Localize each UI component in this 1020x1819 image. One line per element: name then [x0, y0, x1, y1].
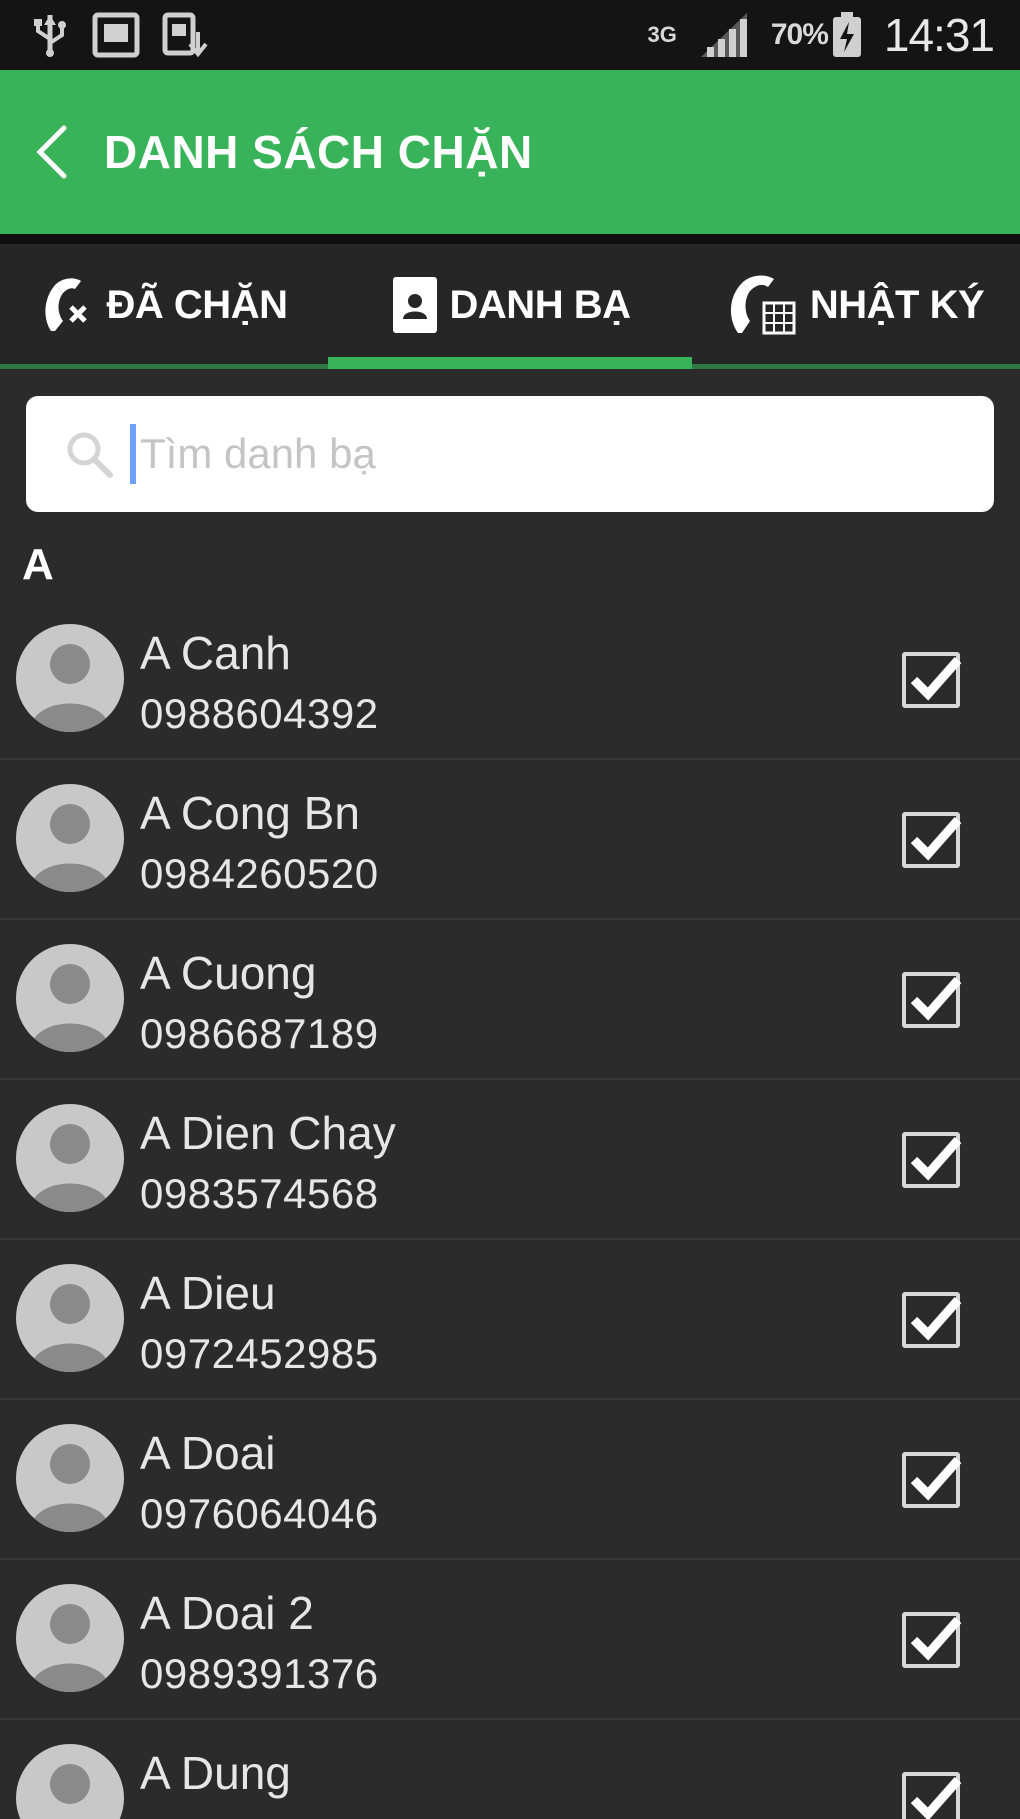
- tab-bar: ĐÃ CHẶN DANH BẠ NHẬT KÝ: [0, 244, 1020, 366]
- avatar-placeholder-icon: [16, 624, 124, 732]
- checkmark-icon: [910, 1617, 962, 1661]
- contact-name: A Dien Chay: [140, 1107, 396, 1159]
- battery-charging-icon: [832, 12, 862, 58]
- checkmark-icon: [910, 657, 962, 701]
- tab-blocked-label: ĐÃ CHẶN: [106, 282, 288, 327]
- tab-contacts-label: DANH BẠ: [449, 282, 631, 327]
- contact-name: A Dieu: [140, 1267, 276, 1319]
- block-checkbox[interactable]: [902, 1452, 962, 1508]
- contact-name: A Cuong: [140, 947, 317, 999]
- blocked-call-icon: [44, 278, 87, 331]
- avatar-placeholder-icon: [16, 1104, 124, 1212]
- block-checkbox[interactable]: [902, 1612, 962, 1668]
- contact-name: A Dung: [140, 1747, 291, 1799]
- status-notification-icons: [30, 12, 208, 58]
- battery-percent: 70%: [770, 18, 829, 51]
- tab-call-log-label: NHẬT KÝ: [809, 282, 985, 327]
- contact-name: A Doai 2: [140, 1587, 314, 1639]
- status-system-icons: 3G 70% 14:31: [647, 8, 995, 62]
- section-letter: A: [22, 540, 54, 589]
- contact-row[interactable]: A Cuong 0986687189: [0, 920, 1020, 1080]
- contact-phone: 0976064046: [140, 1490, 379, 1537]
- app-bar-divider: [0, 234, 1020, 244]
- tab-contacts[interactable]: DANH BẠ: [328, 244, 692, 366]
- checkmark-icon: [910, 1297, 962, 1341]
- status-bar: 3G 70% 14:31: [0, 0, 1020, 70]
- search-input[interactable]: [140, 430, 900, 478]
- search-icon: [67, 432, 113, 478]
- block-checkbox[interactable]: [902, 1292, 962, 1348]
- avatar-placeholder-icon: [16, 784, 124, 892]
- checkmark-icon: [910, 977, 962, 1021]
- search-bar[interactable]: [26, 396, 994, 512]
- contact-row[interactable]: A Cong Bn 0984260520: [0, 760, 1020, 920]
- contact-row[interactable]: A Doai 0976064046: [0, 1400, 1020, 1560]
- text-cursor: [130, 424, 136, 484]
- network-type: 3G: [647, 22, 677, 47]
- contact-name: A Cong Bn: [140, 787, 360, 839]
- back-button[interactable]: [0, 70, 104, 234]
- checkmark-icon: [910, 1137, 962, 1181]
- contact-row[interactable]: A Dieu 0972452985: [0, 1240, 1020, 1400]
- image-notification-icon: [92, 12, 140, 58]
- contact-phone: 0988604392: [140, 690, 379, 737]
- page-title: DANH SÁCH CHẶN: [104, 126, 533, 178]
- contact-phone: 0989391376: [140, 1650, 379, 1697]
- back-arrow-icon: [36, 125, 67, 179]
- block-checkbox[interactable]: [902, 652, 962, 708]
- contact-phone: 0986687189: [140, 1010, 379, 1057]
- contact-row[interactable]: A Doai 2 0989391376: [0, 1560, 1020, 1720]
- contacts-book-icon: [392, 277, 437, 333]
- contact-phone: 0983574568: [140, 1170, 379, 1217]
- avatar-placeholder-icon: [16, 1264, 124, 1372]
- contact-name: A Canh: [140, 627, 291, 679]
- block-checkbox[interactable]: [902, 1772, 962, 1819]
- avatar-placeholder-icon: [16, 1584, 124, 1692]
- block-checkbox[interactable]: [902, 812, 962, 868]
- tab-active-indicator: [328, 357, 692, 369]
- tab-blocked[interactable]: ĐÃ CHẶN: [0, 244, 328, 366]
- contact-row[interactable]: A Dien Chay 0983574568: [0, 1080, 1020, 1240]
- block-checkbox[interactable]: [902, 1132, 962, 1188]
- checkmark-icon: [910, 817, 962, 861]
- avatar-placeholder-icon: [16, 944, 124, 1052]
- contact-phone: 0984260520: [140, 850, 379, 897]
- download-notification-icon: [162, 12, 208, 58]
- usb-icon: [30, 13, 70, 57]
- tab-call-log[interactable]: NHẬT KÝ: [692, 244, 1020, 366]
- call-log-icon: [730, 275, 796, 335]
- signal-icon: [699, 11, 749, 59]
- contact-name: A Doai: [140, 1427, 276, 1479]
- contact-list: A Canh 0988604392 A Cong Bn 0984260520 A…: [0, 600, 1020, 1819]
- contact-row[interactable]: A Canh 0988604392: [0, 600, 1020, 760]
- avatar-placeholder-icon: [16, 1744, 124, 1819]
- checkmark-icon: [910, 1457, 962, 1501]
- contact-row[interactable]: A Dung: [0, 1720, 1020, 1819]
- app-bar: DANH SÁCH CHẶN: [0, 70, 1020, 234]
- block-checkbox[interactable]: [902, 972, 962, 1028]
- clock: 14:31: [883, 9, 995, 61]
- contact-phone: 0972452985: [140, 1330, 379, 1377]
- avatar-placeholder-icon: [16, 1424, 124, 1532]
- checkmark-icon: [910, 1777, 962, 1819]
